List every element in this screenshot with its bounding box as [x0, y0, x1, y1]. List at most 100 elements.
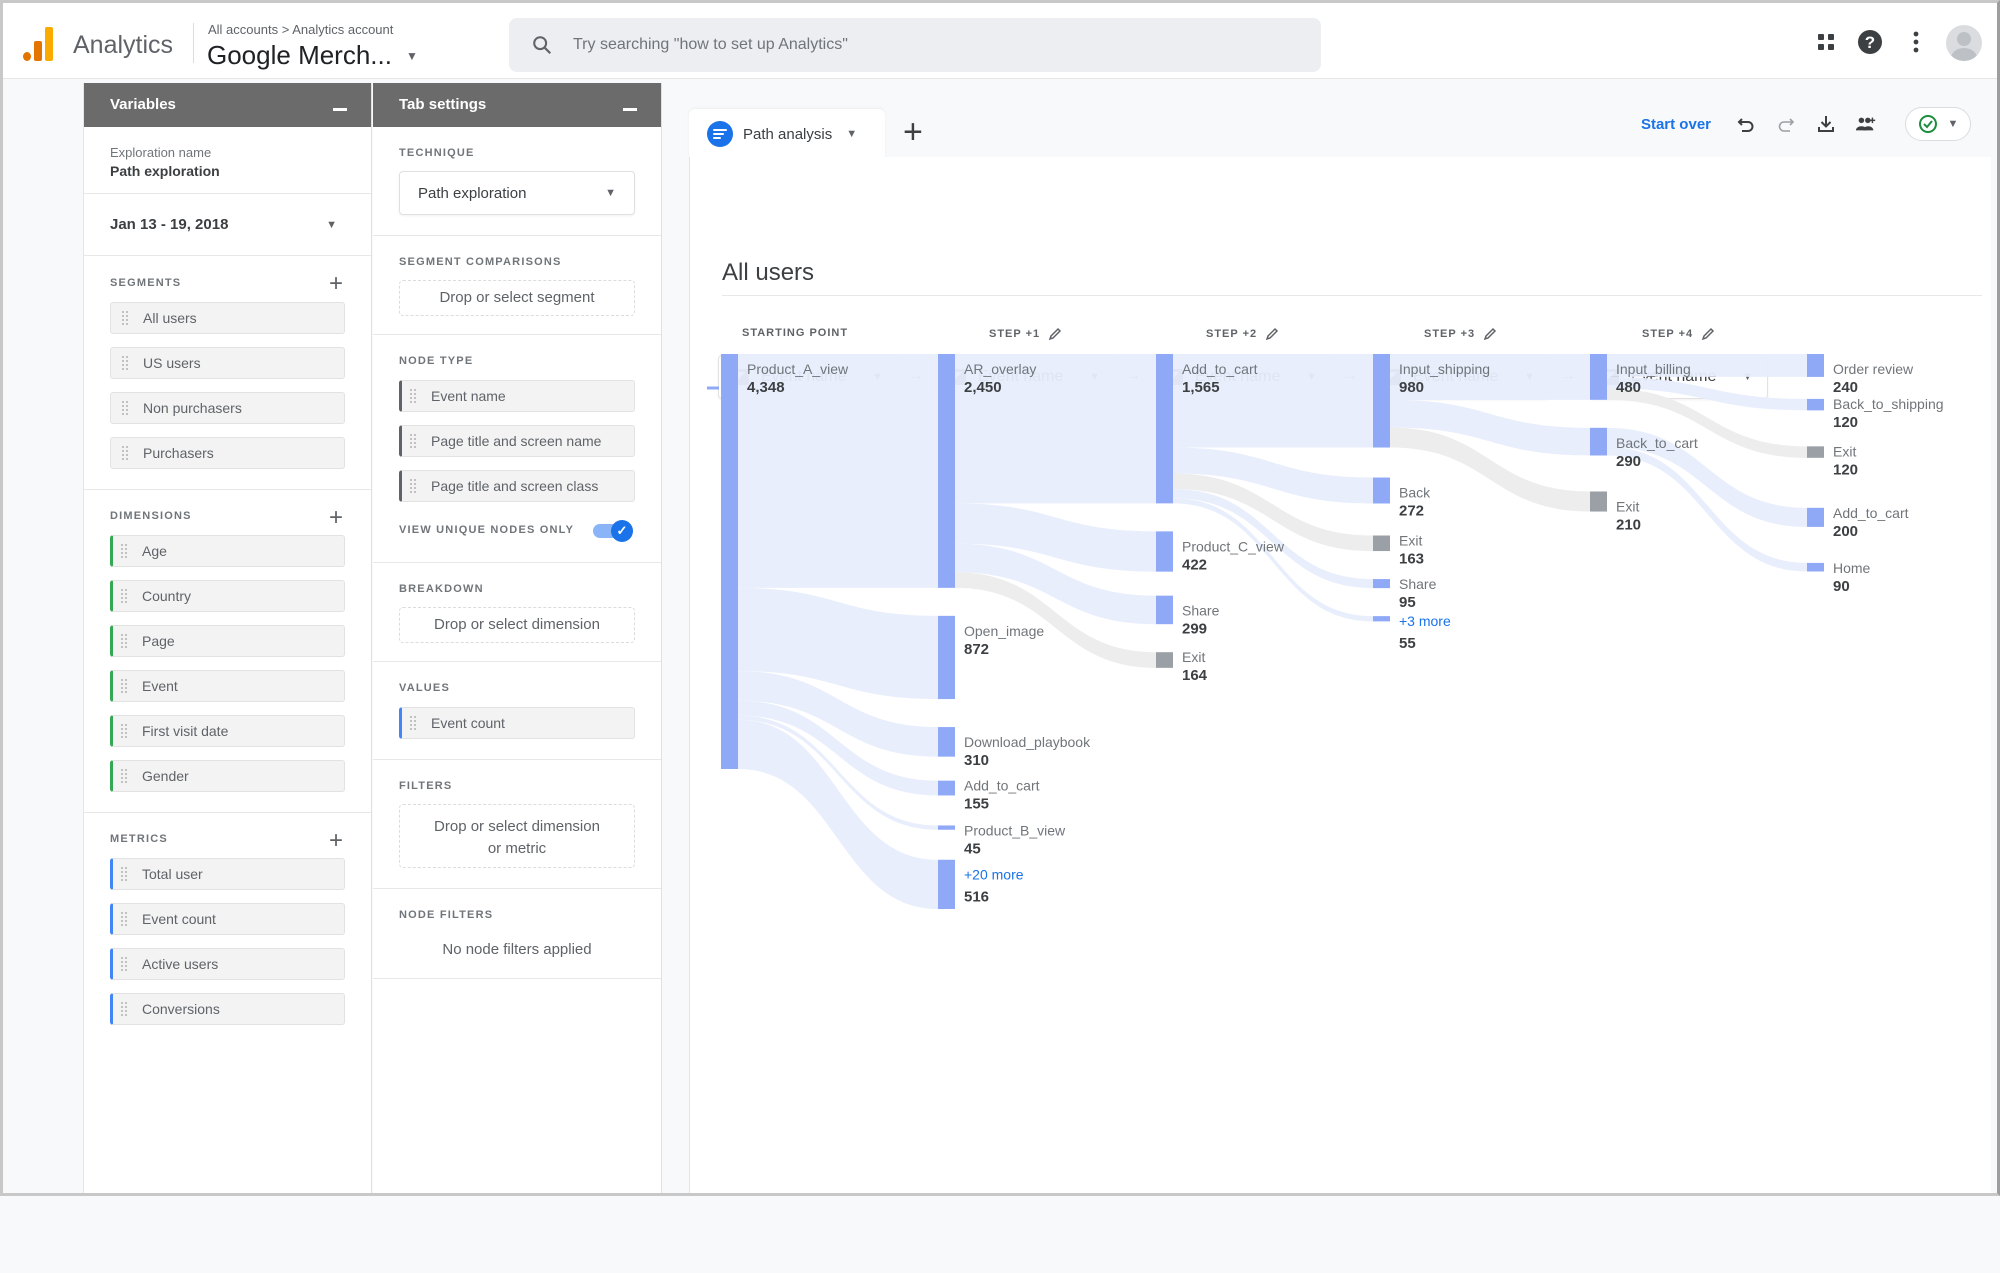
add-metric-icon[interactable]: + [329, 829, 343, 853]
drag-handle-icon[interactable] [120, 678, 128, 694]
analytics-logo-icon[interactable] [23, 27, 53, 61]
chip-label: Event [142, 678, 178, 694]
chip-item[interactable]: All users [110, 302, 345, 334]
sankey-node[interactable] [938, 825, 955, 830]
value-chip[interactable]: Event count [399, 707, 635, 739]
sankey-node[interactable] [938, 727, 955, 757]
minimize-icon[interactable] [623, 108, 637, 111]
sankey-node[interactable] [1156, 652, 1173, 668]
date-range-selector[interactable]: Jan 13 - 19, 2018 ▼ [84, 194, 371, 256]
drag-handle-icon[interactable] [120, 866, 128, 882]
sankey-node[interactable] [938, 354, 955, 588]
drag-handle-icon[interactable] [120, 956, 128, 972]
sankey-node[interactable] [938, 780, 955, 796]
caret-down-icon[interactable]: ▼ [846, 128, 857, 140]
chip-item[interactable]: Active users [110, 948, 345, 980]
chip-item[interactable]: Age [110, 535, 345, 567]
unique-nodes-toggle[interactable]: ✓ [593, 520, 633, 542]
node-value: 45 [964, 840, 981, 857]
add-tab-button[interactable]: + [903, 113, 923, 152]
drag-handle-icon[interactable] [120, 1001, 128, 1017]
chip-item[interactable]: Event [110, 670, 345, 702]
more-vert-icon[interactable] [1903, 29, 1929, 55]
sankey-node[interactable] [1807, 354, 1824, 377]
search-bar[interactable] [509, 18, 1321, 72]
drag-handle-icon[interactable] [121, 400, 129, 416]
sankey-node[interactable] [1156, 595, 1173, 625]
chip-item[interactable]: Page title and screen class [399, 470, 635, 502]
add-dimension-icon[interactable]: + [329, 506, 343, 530]
chip-item[interactable]: Page [110, 625, 345, 657]
help-icon[interactable]: ? [1857, 29, 1883, 55]
chip-item[interactable]: Page title and screen name [399, 425, 635, 457]
chip-label: Event count [431, 715, 505, 731]
drag-handle-icon[interactable] [121, 445, 129, 461]
sankey-node[interactable] [721, 354, 738, 769]
filters-drop-zone[interactable]: Drop or select dimension or metric [399, 804, 635, 868]
sankey-node[interactable] [1156, 354, 1173, 504]
drag-handle-icon[interactable] [120, 588, 128, 604]
chip-item[interactable]: Non purchasers [110, 392, 345, 424]
minimize-icon[interactable] [333, 108, 347, 111]
chip-item[interactable]: US users [110, 347, 345, 379]
undo-icon[interactable] [1735, 113, 1757, 135]
sankey-node[interactable] [1807, 398, 1824, 411]
drag-handle-icon[interactable] [120, 768, 128, 784]
sankey-node[interactable] [938, 859, 955, 909]
drag-handle-icon[interactable] [120, 543, 128, 559]
chip-item[interactable]: Conversions [110, 993, 345, 1025]
chip-item[interactable]: Purchasers [110, 437, 345, 469]
drag-handle-icon[interactable] [409, 433, 417, 449]
drag-handle-icon[interactable] [409, 715, 417, 731]
exploration-name-section[interactable]: Exploration name Path exploration [84, 127, 371, 194]
segment-drop-zone[interactable]: Drop or select segment [399, 280, 635, 316]
sankey-node[interactable] [1156, 531, 1173, 572]
sankey-node[interactable] [1373, 354, 1390, 448]
technique-select[interactable]: Path exploration ▼ [399, 171, 635, 215]
sankey-node[interactable] [1373, 616, 1390, 622]
search-input[interactable] [573, 36, 1273, 54]
breadcrumb-item[interactable]: Analytics account [292, 22, 393, 37]
sankey-node[interactable] [1373, 477, 1390, 504]
sankey-node[interactable] [1590, 491, 1607, 512]
tab-path-analysis[interactable]: Path analysis ▼ [689, 109, 885, 159]
drag-handle-icon[interactable] [121, 355, 129, 371]
exploration-name-field[interactable]: Path exploration [110, 163, 345, 179]
chip-item[interactable]: Event count [110, 903, 345, 935]
sankey-node[interactable] [1807, 562, 1824, 572]
sankey-node[interactable] [1807, 446, 1824, 458]
sankey-node[interactable] [1373, 579, 1390, 589]
drag-handle-icon[interactable] [409, 478, 417, 494]
download-icon[interactable] [1815, 113, 1837, 135]
status-menu[interactable]: ▼ [1905, 107, 1971, 141]
sankey-node[interactable] [1373, 535, 1390, 552]
segments-section: SEGMENTS + All users US users Non purchase… [84, 256, 371, 490]
more-nodes-link[interactable]: +3 more [1399, 613, 1451, 629]
chip-item[interactable]: First visit date [110, 715, 345, 747]
breadcrumb-item[interactable]: All accounts [208, 22, 278, 37]
property-selector[interactable]: Google Merch... ▼ [207, 40, 418, 71]
add-segment-icon[interactable]: + [329, 272, 343, 296]
breadcrumb[interactable]: All accounts > Analytics account [208, 22, 393, 37]
chip-item[interactable]: Event name [399, 380, 635, 412]
sankey-node[interactable] [938, 615, 955, 700]
share-users-icon[interactable] [1855, 113, 1877, 135]
breakdown-drop-zone[interactable]: Drop or select dimension [399, 607, 635, 643]
node-value: 55 [1399, 635, 1416, 652]
sankey-node[interactable] [1590, 427, 1607, 456]
drag-handle-icon[interactable] [409, 388, 417, 404]
drag-handle-icon[interactable] [121, 310, 129, 326]
chip-item[interactable]: Total user [110, 858, 345, 890]
start-over-button[interactable]: Start over [1641, 116, 1711, 133]
redo-icon[interactable] [1775, 113, 1797, 135]
chip-item[interactable]: Country [110, 580, 345, 612]
apps-grid-icon[interactable] [1813, 29, 1839, 55]
account-avatar-icon[interactable] [1946, 25, 1982, 61]
sankey-node[interactable] [1590, 354, 1607, 400]
sankey-node[interactable] [1807, 507, 1824, 527]
more-nodes-link[interactable]: +20 more [964, 867, 1024, 883]
chip-item[interactable]: Gender [110, 760, 345, 792]
drag-handle-icon[interactable] [120, 633, 128, 649]
drag-handle-icon[interactable] [120, 911, 128, 927]
drag-handle-icon[interactable] [120, 723, 128, 739]
